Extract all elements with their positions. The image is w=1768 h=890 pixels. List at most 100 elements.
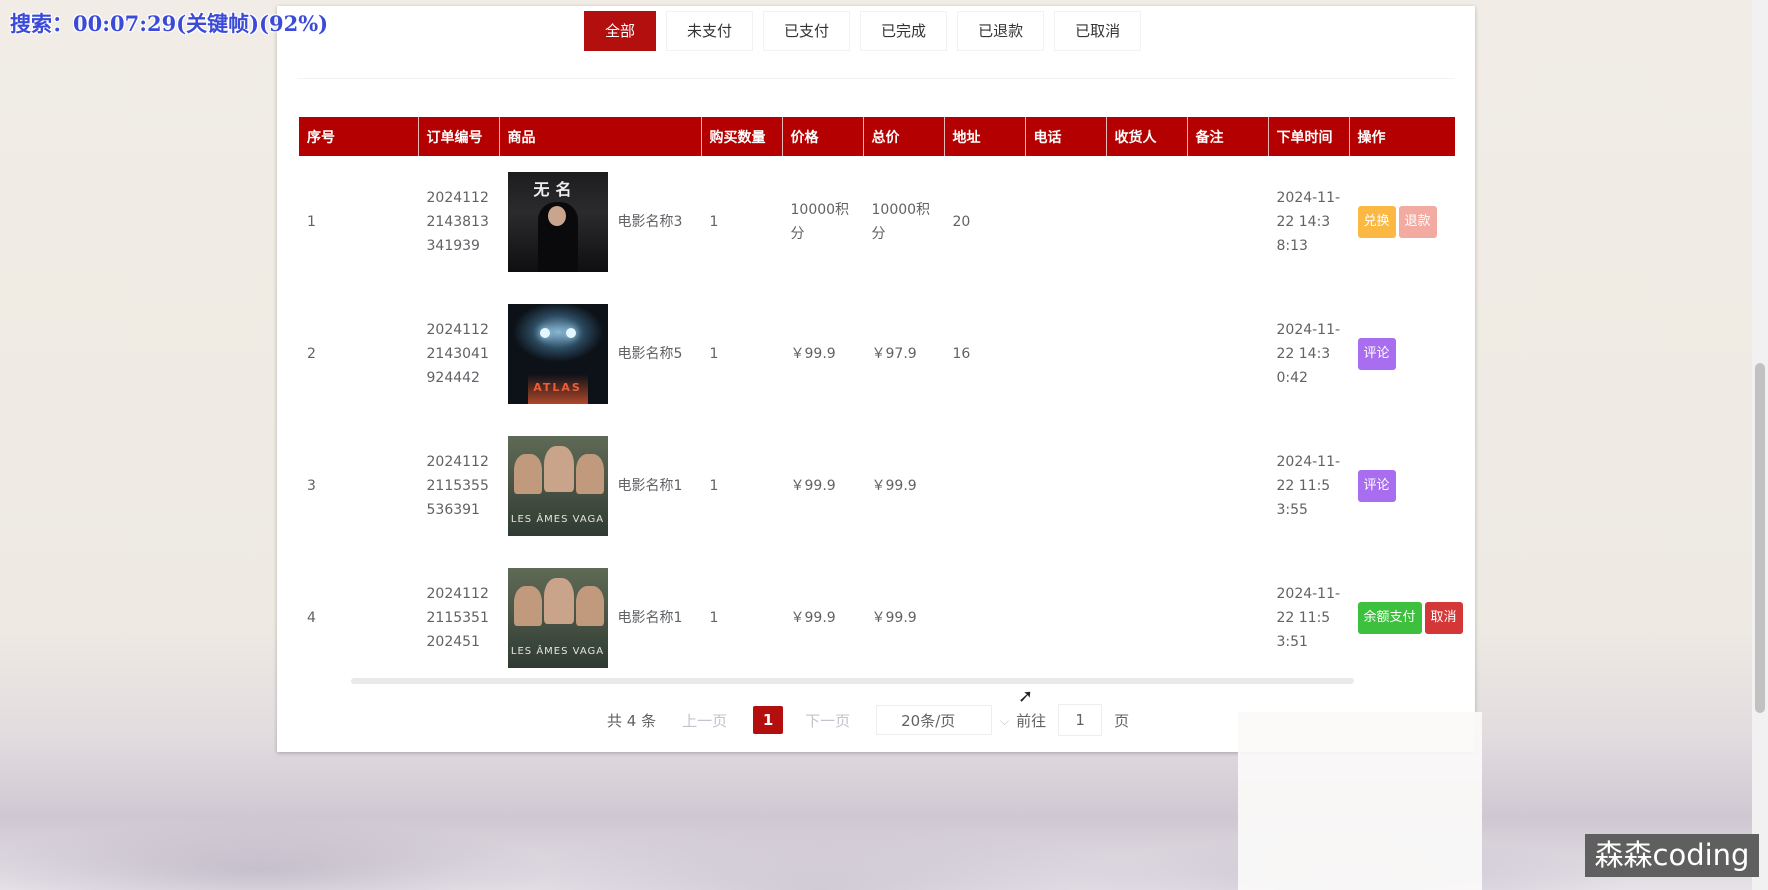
table-header-row: 序号 订单编号 商品 购买数量 价格 总价 地址 电话 收货人 备注 下单时间 …: [299, 117, 1455, 156]
poster-title: LES ÂMES VAGABONDES: [510, 646, 605, 657]
tab-cancelled[interactable]: 已取消: [1054, 11, 1142, 51]
cell-goods: 无名 电影名称3: [499, 156, 702, 288]
header-actions: 操作: [1349, 117, 1455, 156]
comment-button[interactable]: 评论: [1357, 470, 1396, 502]
cell-address: 16: [944, 288, 1026, 420]
cell-qty: 1: [701, 552, 783, 684]
exchange-button[interactable]: 兑换: [1357, 206, 1396, 238]
tab-unpaid[interactable]: 未支付: [666, 11, 754, 51]
cell-phone: [1025, 156, 1107, 288]
chevron-down-icon: ⌵: [1000, 714, 1010, 728]
header-time: 下单时间: [1268, 117, 1350, 156]
orders-panel: 全部 未支付 已支付 已完成 已退款 已取消 序号 订单编号 商品 购买数量 价…: [277, 6, 1475, 752]
header-goods: 商品: [499, 117, 702, 156]
tab-all[interactable]: 全部: [584, 11, 657, 51]
cell-phone: [1025, 552, 1107, 684]
header-phone: 电话: [1025, 117, 1107, 156]
header-remark: 备注: [1187, 117, 1269, 156]
movie-name: 电影名称5: [617, 346, 683, 362]
balance-pay-button[interactable]: 余额支付: [1357, 602, 1422, 634]
header-index: 序号: [299, 117, 419, 156]
order-status-tabs: 全部 未支付 已支付 已完成 已退款 已取消: [584, 11, 1142, 51]
cell-receiver: [1106, 156, 1188, 288]
cell-receiver: [1106, 288, 1188, 420]
cell-total: ￥99.9: [863, 552, 945, 684]
cell-time: 2024-11-22 11:53:51: [1268, 552, 1350, 684]
cell-price: 10000积分: [782, 156, 864, 288]
movie-name: 电影名称1: [617, 478, 683, 494]
movie-poster-image[interactable]: LES ÂMES VAGABONDES: [507, 436, 608, 536]
cell-total: ￥99.9: [863, 420, 945, 552]
scrollbar-thumb[interactable]: [1755, 363, 1765, 713]
cell-address: [944, 420, 1026, 552]
goto-label: 前往: [1016, 711, 1047, 730]
cell-time: 2024-11-22 14:30:42: [1268, 288, 1350, 420]
cell-order-no: 20241122143813341939: [418, 156, 500, 288]
cell-actions: 余额支付 取消: [1349, 552, 1463, 684]
movie-name: 电影名称1: [617, 610, 683, 626]
cell-price: ￥99.9: [782, 420, 864, 552]
table-row: 4 20241122115351202451 LES ÂMES VAGABOND…: [299, 552, 1463, 684]
header-qty: 购买数量: [701, 117, 783, 156]
page-number-current[interactable]: 1: [753, 706, 784, 734]
cell-remark: [1187, 420, 1269, 552]
page-size-select[interactable]: 20条/页 ⌵: [876, 705, 1009, 735]
goto-page-input[interactable]: 1: [1058, 704, 1103, 736]
tab-refunded[interactable]: 已退款: [957, 11, 1045, 51]
cancel-order-button[interactable]: 取消: [1424, 602, 1463, 634]
cell-price: ￥99.9: [782, 552, 864, 684]
cell-price: ￥99.9: [782, 288, 864, 420]
poster-title: LES ÂMES VAGABONDES: [510, 514, 605, 525]
header-receiver: 收货人: [1106, 117, 1188, 156]
page-size-value: 20条/页: [901, 712, 956, 730]
movie-poster-image[interactable]: ATLAS: [507, 304, 608, 404]
divider: [297, 78, 1455, 79]
mouse-cursor-icon: ➚: [1018, 686, 1034, 707]
cell-time: 2024-11-22 11:53:55: [1268, 420, 1350, 552]
movie-poster-image[interactable]: 无名: [507, 172, 608, 272]
poster-title: 无名: [533, 180, 578, 199]
cell-total: 10000积分: [863, 156, 945, 288]
movie-name: 电影名称3: [617, 214, 683, 230]
pagination-total: 共 4 条: [607, 711, 657, 730]
pagination: 共 4 条 上一页 1 下一页 20条/页 ⌵ 前往 1 页: [607, 704, 1129, 736]
header-price: 价格: [782, 117, 864, 156]
cell-remark: [1187, 552, 1269, 684]
cell-index: 2: [299, 288, 419, 420]
tab-paid[interactable]: 已支付: [763, 11, 851, 51]
cell-address: [944, 552, 1026, 684]
page-vertical-scrollbar[interactable]: [1752, 0, 1768, 890]
poster-title: ATLAS: [533, 381, 582, 394]
table-row: 2 20241122143041924442 ATLAS 电影名称5 1 ￥99…: [299, 288, 1456, 420]
background-mountains: [0, 750, 1768, 890]
blank-overlay-area: [1238, 712, 1482, 890]
cell-qty: 1: [701, 288, 783, 420]
cell-actions: 评论: [1349, 288, 1456, 420]
cell-index: 3: [299, 420, 419, 552]
cell-receiver: [1106, 552, 1188, 684]
orders-table: 序号 订单编号 商品 购买数量 价格 总价 地址 电话 收货人 备注 下单时间 …: [299, 117, 1463, 684]
comment-button[interactable]: 评论: [1357, 338, 1396, 370]
watermark: 森森coding: [1585, 834, 1759, 877]
page-suffix: 页: [1114, 711, 1130, 730]
cell-total: ￥97.9: [863, 288, 945, 420]
cell-index: 1: [299, 156, 419, 288]
table-row: 1 20241122143813341939 无名 电影名称3 1 10000积…: [299, 156, 1456, 288]
cell-goods: LES ÂMES VAGABONDES 电影名称1: [499, 420, 702, 552]
cell-address: 20: [944, 156, 1026, 288]
cell-remark: [1187, 288, 1269, 420]
tab-completed[interactable]: 已完成: [860, 11, 948, 51]
movie-poster-image[interactable]: LES ÂMES VAGABONDES: [507, 568, 608, 668]
header-address: 地址: [944, 117, 1026, 156]
refund-button[interactable]: 退款: [1398, 206, 1437, 238]
prev-page-button[interactable]: 上一页: [682, 710, 727, 731]
cell-phone: [1025, 288, 1107, 420]
cell-remark: [1187, 156, 1269, 288]
cell-goods: LES ÂMES VAGABONDES 电影名称1: [499, 552, 702, 684]
table-horizontal-scrollbar[interactable]: [351, 678, 1354, 684]
next-page-button[interactable]: 下一页: [805, 710, 850, 731]
cell-time: 2024-11-22 14:38:13: [1268, 156, 1350, 288]
cell-actions: 兑换 退款: [1349, 156, 1456, 288]
header-order-no: 订单编号: [418, 117, 500, 156]
search-progress-overlay: 搜索：00:07:29(关键帧)(92%): [10, 11, 329, 36]
